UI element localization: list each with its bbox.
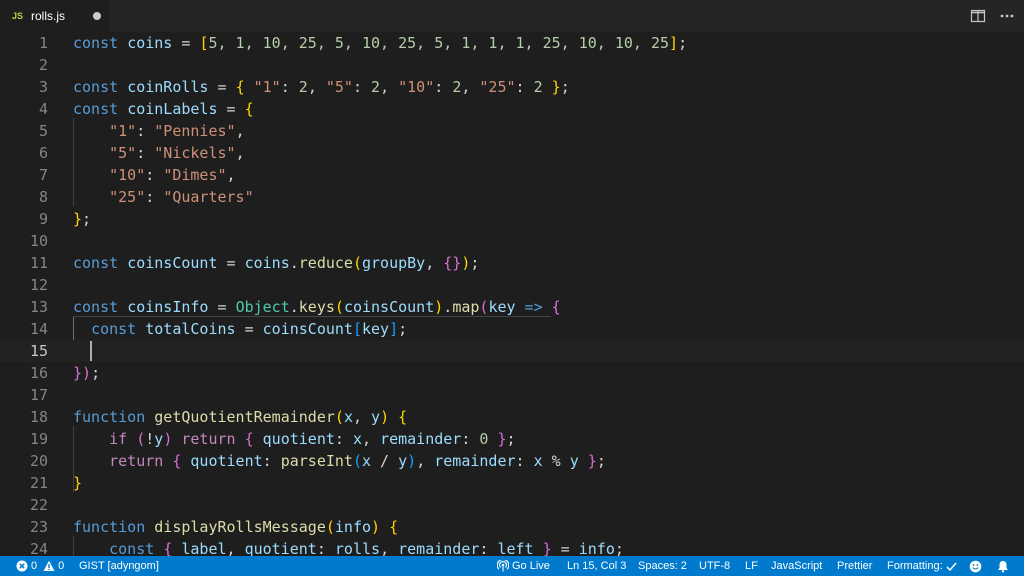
code-line: 14 const totalCoins = coinsCount[key]; [0, 318, 1024, 340]
error-icon [16, 560, 28, 572]
code-line: 5 "1": "Pennies", [0, 120, 1024, 142]
code-text: return { quotient: parseInt(x / y), rema… [109, 452, 606, 470]
code-text: function getQuotientRemainder(x, y) { [73, 408, 408, 426]
line-number: 24 [29, 540, 48, 556]
code-line: 16 }); [0, 362, 1024, 384]
code-line: 6 "5": "Nickels", [0, 142, 1024, 164]
tab-rolls-js[interactable]: JS rolls.js [0, 0, 110, 32]
line-number: 7 [38, 166, 48, 184]
code-text: const coinRolls = { "1": 2, "5": 2, "10"… [73, 78, 570, 96]
line-number: 22 [29, 496, 48, 514]
notifications-bell-icon[interactable] [997, 556, 1009, 576]
go-live-button[interactable]: Go Live [497, 556, 550, 576]
code-line: 20 return { quotient: parseInt(x / y), r… [0, 450, 1024, 472]
line-number: 6 [38, 144, 48, 162]
language-mode[interactable]: JavaScript [771, 556, 822, 576]
formatting-status[interactable]: Formatting: [887, 556, 957, 576]
javascript-file-icon: JS [12, 11, 24, 21]
gist-status[interactable]: GIST [adyngom] [79, 556, 159, 576]
eol-setting[interactable]: LF [745, 556, 758, 576]
line-number: 14 [29, 320, 48, 338]
code-line: 3 const coinRolls = { "1": 2, "5": 2, "1… [0, 76, 1024, 98]
status-bar: 0 0 GIST [adyngom] Go Live Ln 15, Col 3 … [0, 556, 1024, 576]
line-number: 18 [29, 408, 48, 426]
code-line: 12 [0, 274, 1024, 296]
line-number: 13 [29, 298, 48, 316]
code-line: 4 const coinLabels = { [0, 98, 1024, 120]
go-live-label: Go Live [512, 560, 550, 572]
code-text: }; [73, 210, 92, 228]
line-number: 23 [29, 518, 48, 536]
code-line: 10 [0, 230, 1024, 252]
text-cursor [90, 341, 92, 361]
prettier-status[interactable]: Prettier [837, 556, 872, 576]
code-line: 23 function displayRollsMessage(info) { [0, 516, 1024, 538]
warning-icon [43, 560, 55, 572]
code-editor[interactable]: 1 const coins = [5, 1, 10, 25, 5, 10, 25… [0, 32, 1024, 556]
problems-indicator[interactable]: 0 0 [16, 556, 64, 576]
code-line: 22 [0, 494, 1024, 516]
code-line: 8 "25": "Quarters" [0, 186, 1024, 208]
warning-count: 0 [58, 560, 65, 572]
formatting-label: Formatting: [887, 560, 943, 572]
line-number: 16 [29, 364, 48, 382]
feedback-smiley-icon[interactable] [969, 556, 982, 576]
code-text: const totalCoins = coinsCount[key]; [91, 320, 408, 338]
code-line: 9 }; [0, 208, 1024, 230]
line-number: 2 [38, 56, 48, 74]
code-text: "5": "Nickels", [109, 144, 245, 162]
code-line: 17 [0, 384, 1024, 406]
line-number: 8 [38, 188, 48, 206]
line-number: 5 [38, 122, 48, 140]
code-line: 21 } [0, 472, 1024, 494]
tab-bar: JS rolls.js [0, 0, 1024, 32]
line-number: 10 [29, 232, 48, 250]
line-number: 19 [29, 430, 48, 448]
code-text: const coins = [5, 1, 10, 25, 5, 10, 25, … [73, 34, 688, 52]
line-number: 21 [29, 474, 48, 492]
code-text: "1": "Pennies", [109, 122, 245, 140]
encoding-setting[interactable]: UTF-8 [699, 556, 730, 576]
cursor-position[interactable]: Ln 15, Col 3 [567, 556, 626, 576]
line-number: 9 [38, 210, 48, 228]
line-number: 3 [38, 78, 48, 96]
code-line: 7 "10": "Dimes", [0, 164, 1024, 186]
code-text: const { label, quotient: rolls, remainde… [109, 540, 624, 556]
code-text: const coinsInfo = Object.keys(coinsCount… [73, 298, 561, 316]
code-line: 19 if (!y) return { quotient: x, remaind… [0, 428, 1024, 450]
code-line: 24 const { label, quotient: rolls, remai… [0, 538, 1024, 556]
code-text: if (!y) return { quotient: x, remainder:… [109, 430, 516, 448]
line-number: 17 [29, 386, 48, 404]
code-text: } [73, 474, 83, 492]
check-icon [946, 561, 957, 572]
code-line: 2 [0, 54, 1024, 76]
line-number: 11 [29, 254, 48, 272]
indentation-setting[interactable]: Spaces: 2 [638, 556, 687, 576]
code-text: "10": "Dimes", [109, 166, 236, 184]
line-number: 4 [38, 100, 48, 118]
code-text: function displayRollsMessage(info) { [73, 518, 399, 536]
line-number: 1 [38, 34, 48, 52]
more-actions-icon[interactable] [999, 8, 1015, 24]
code-text: const coinsCount = coins.reduce(groupBy,… [73, 254, 480, 272]
code-line: 13 const coinsInfo = Object.keys(coinsCo… [0, 296, 1024, 318]
tab-label: rolls.js [31, 9, 66, 23]
code-line-current: 15 [0, 340, 1024, 362]
code-line: 11 const coinsCount = coins.reduce(group… [0, 252, 1024, 274]
broadcast-icon [497, 560, 509, 572]
code-line: 1 const coins = [5, 1, 10, 25, 5, 10, 25… [0, 32, 1024, 54]
unsaved-dot-icon[interactable] [93, 12, 101, 20]
code-text: "25": "Quarters" [109, 188, 254, 206]
split-editor-icon[interactable] [970, 8, 986, 24]
line-number: 12 [29, 276, 48, 294]
code-text: const coinLabels = { [73, 100, 254, 118]
code-text: }); [73, 364, 101, 382]
code-line: 18 function getQuotientRemainder(x, y) { [0, 406, 1024, 428]
line-number-active: 15 [29, 342, 48, 360]
line-number: 20 [29, 452, 48, 470]
error-count: 0 [31, 560, 38, 572]
